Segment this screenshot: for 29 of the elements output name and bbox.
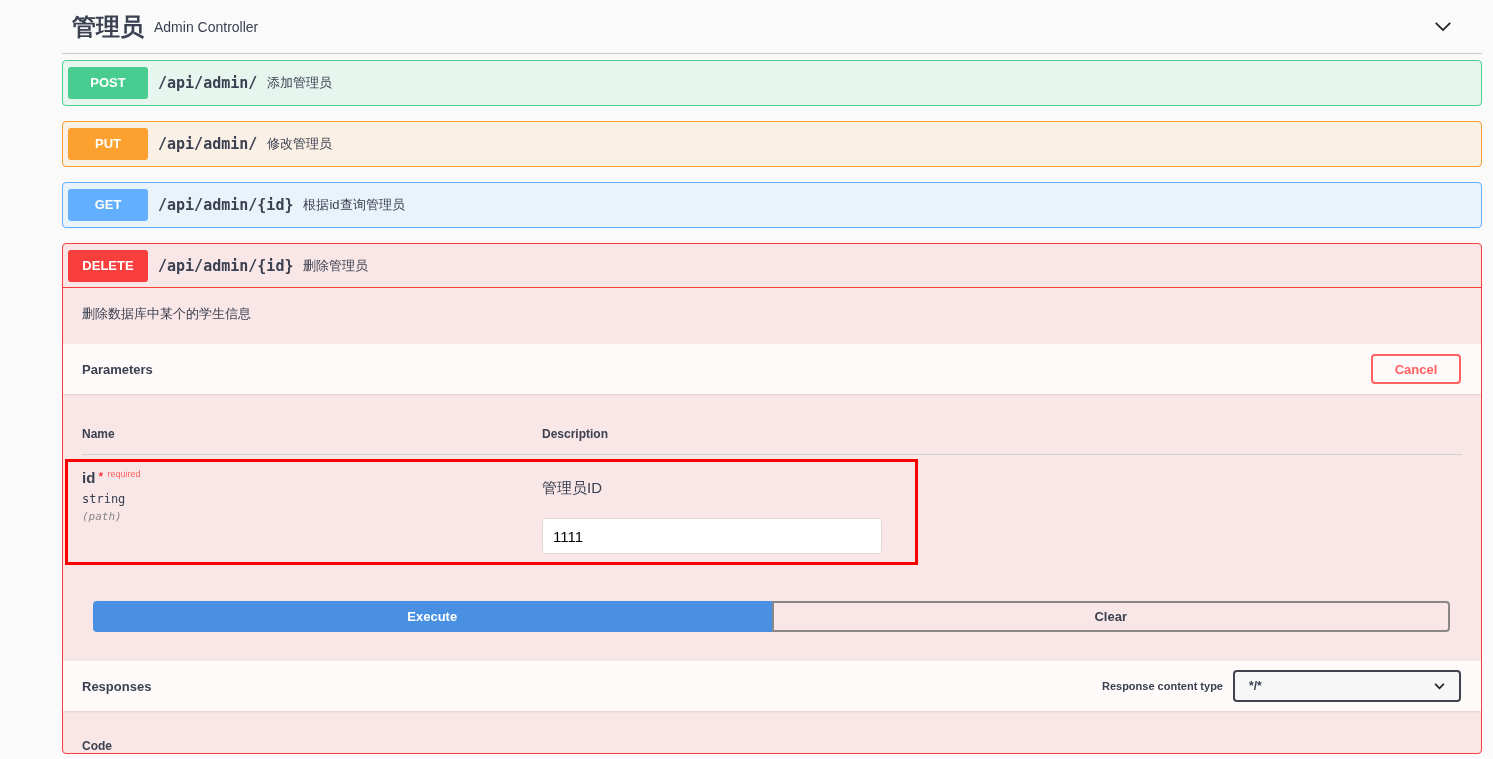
operation-description: 删除数据库中某个的学生信息 (81, 305, 252, 323)
column-header: Name (82, 427, 116, 441)
column-header: Description (542, 427, 609, 441)
content-type-label: Response content type (1101, 680, 1223, 692)
section-subtitle: Admin Controller (154, 18, 259, 35)
parameter-location: (path) (82, 510, 123, 523)
chevron-icon (1434, 682, 1445, 690)
section-title: 管理员 (72, 11, 144, 42)
endpoint-summary: 根据id查询管理员 (303, 195, 405, 214)
parameter-type: string (82, 492, 127, 506)
parameters-title: Parameters (82, 361, 153, 377)
endpoint-path[interactable]: /api/admin/ (158, 73, 258, 92)
code-heading: Code (81, 738, 113, 753)
required-mark: * (98, 469, 104, 484)
endpoint-path[interactable]: /api/admin/{id} (158, 195, 294, 214)
method-badge[interactable]: DELETE (68, 249, 148, 282)
endpoint-path[interactable]: /api/admin/ (158, 134, 258, 153)
endpoint-summary: 修改管理员 (267, 134, 333, 153)
parameter-name: id (82, 469, 96, 486)
input-field[interactable]: 1111 (542, 518, 882, 554)
endpoint-summary: 删除管理员 (303, 256, 369, 275)
required-label: required (107, 469, 141, 479)
clear-button[interactable]: Clear (771, 601, 1450, 632)
content-type-select[interactable]: */* (1233, 670, 1461, 702)
endpoint-path[interactable]: /api/admin/{id} (158, 256, 294, 275)
endpoint-summary: 添加管理员 (267, 73, 333, 92)
chevron-icon[interactable] (1434, 21, 1452, 32)
responses-title: Responses (82, 678, 152, 694)
parameter-description: 管理员ID (542, 479, 603, 498)
